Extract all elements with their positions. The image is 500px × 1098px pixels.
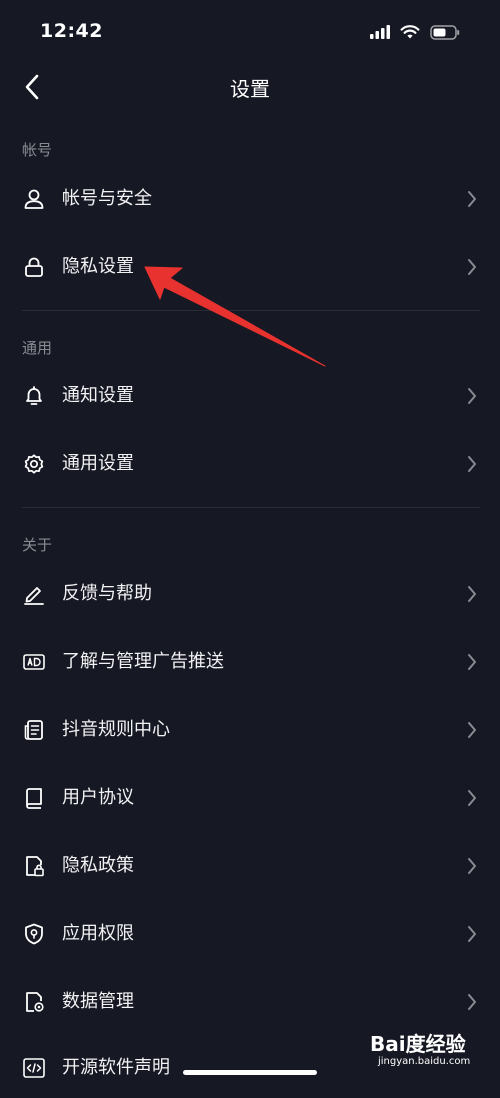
- settings-item-privacy-settings[interactable]: 隐私设置: [0, 237, 500, 297]
- settings-item-general-settings[interactable]: 通用设置: [0, 434, 500, 494]
- chevron-right-icon: [468, 259, 476, 275]
- chevron-right-icon: [468, 722, 476, 738]
- gear-icon: [24, 454, 44, 474]
- chevron-right-icon: [468, 586, 476, 602]
- navigation-bar: 设置: [0, 62, 500, 112]
- chevron-right-icon: [468, 926, 476, 942]
- chevron-right-icon: [468, 388, 476, 404]
- baidu-watermark: Bai度经验 jingyan.baidu.com: [370, 1026, 478, 1078]
- bell-icon: [26, 386, 42, 405]
- settings-item-label: 了解与管理广告推送: [62, 651, 224, 672]
- pen-icon: [24, 587, 44, 605]
- chevron-right-icon: [468, 994, 476, 1010]
- home-indicator: [183, 1070, 317, 1075]
- settings-item-label: 帐号与安全: [62, 188, 152, 209]
- battery-icon: [430, 24, 460, 40]
- document-icon: [24, 720, 43, 740]
- settings-item-label: 反馈与帮助: [62, 583, 152, 604]
- settings-item-notification-settings[interactable]: 通知设置: [0, 366, 500, 426]
- settings-item-app-permissions[interactable]: 应用权限: [0, 904, 500, 964]
- settings-item-label: 用户协议: [62, 787, 134, 808]
- watermark-site: jingyan.baidu.com: [378, 1056, 471, 1067]
- settings-item-account-security[interactable]: 帐号与安全: [0, 169, 500, 229]
- settings-item-ad-management[interactable]: 了解与管理广告推送: [0, 632, 500, 692]
- chevron-right-icon: [468, 191, 476, 207]
- file-lock-icon: [26, 856, 44, 877]
- page-title: 设置: [230, 77, 270, 101]
- code-icon: [23, 1058, 45, 1078]
- settings-item-label: 开源软件声明: [62, 1057, 170, 1078]
- wifi-icon: [400, 24, 420, 38]
- settings-item-label: 抖音规则中心: [62, 719, 170, 740]
- section-label-general: 通用: [22, 339, 53, 357]
- user-icon: [24, 189, 44, 209]
- chevron-right-icon: [468, 790, 476, 806]
- settings-item-user-agreement[interactable]: 用户协议: [0, 768, 500, 828]
- section-label-account: 帐号: [22, 141, 53, 159]
- status-icons: [370, 22, 460, 42]
- settings-item-label: 通用设置: [62, 453, 134, 474]
- settings-item-rules-center[interactable]: 抖音规则中心: [0, 700, 500, 760]
- settings-item-label: 应用权限: [62, 923, 134, 944]
- shield-icon: [25, 923, 43, 945]
- chevron-right-icon: [468, 456, 476, 472]
- signal-icon: [370, 25, 390, 39]
- section-divider: [22, 507, 480, 508]
- settings-item-privacy-policy[interactable]: 隐私政策: [0, 836, 500, 896]
- status-time: 12:42: [40, 20, 103, 42]
- section-label-about: 关于: [22, 536, 53, 554]
- settings-item-feedback-help[interactable]: 反馈与帮助: [0, 564, 500, 624]
- chevron-right-icon: [468, 654, 476, 670]
- lock-icon: [25, 257, 43, 277]
- file-settings-icon: [26, 992, 44, 1012]
- settings-item-label: 数据管理: [62, 991, 134, 1012]
- settings-item-label: 通知设置: [62, 385, 134, 406]
- ad-icon: [23, 654, 45, 670]
- chevron-right-icon: [468, 858, 476, 874]
- settings-item-data-management[interactable]: 数据管理: [0, 972, 500, 1032]
- settings-item-label: 隐私政策: [62, 855, 134, 876]
- settings-item-label: 隐私设置: [62, 256, 134, 277]
- watermark-brand: Bai度经验: [370, 1032, 466, 1056]
- book-icon: [26, 788, 42, 809]
- section-divider: [22, 310, 480, 311]
- status-bar: 12:42: [0, 0, 500, 62]
